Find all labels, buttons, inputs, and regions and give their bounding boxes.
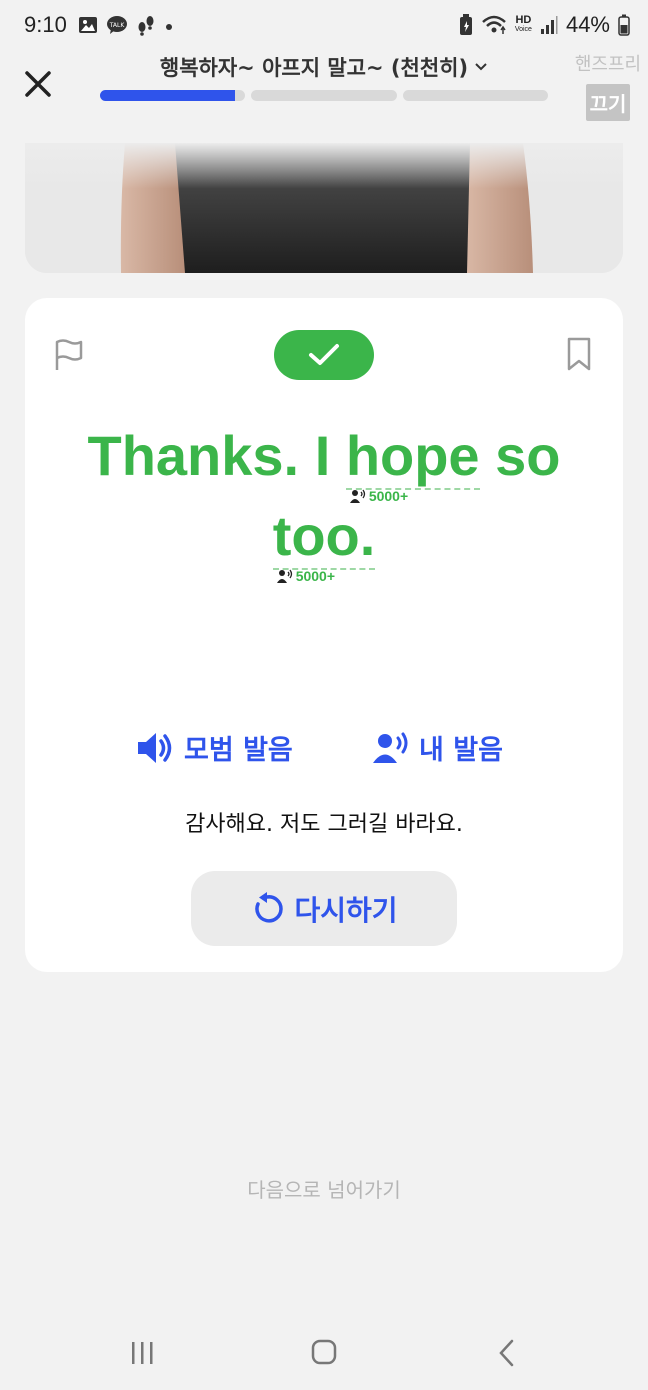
home-icon <box>311 1339 337 1365</box>
handsfree-toggle-button[interactable]: 끄기 <box>585 84 631 121</box>
lesson-title: 행복하자~ 아프지 말고~ (천천히) <box>159 56 469 80</box>
hd-voice-icon: HD Voice <box>514 14 532 34</box>
sentence-word[interactable]: I <box>315 416 331 496</box>
pronunciation-controls: 모범 발음 내 발음 <box>25 728 623 768</box>
lesson-progress <box>100 90 548 101</box>
sentence-translation: 감사해요. 저도 그러길 바라요. <box>185 812 463 837</box>
speaking-person-icon <box>373 732 408 763</box>
checkmark-icon <box>309 344 339 365</box>
dot-icon <box>166 24 172 30</box>
progress-segment <box>251 90 397 101</box>
bookmark-button[interactable] <box>563 336 595 372</box>
battery-saver-icon <box>459 14 472 35</box>
lesson-header: 행복하자~ 아프지 말고~ (천천히) 핸즈프리 끄기 <box>0 50 648 121</box>
handsfree-label: 핸즈프리 <box>574 54 642 75</box>
steps-icon <box>138 16 154 36</box>
battery-icon <box>618 14 630 36</box>
kakaotalk-icon: TALK <box>107 16 127 34</box>
my-pronunciation-button[interactable]: 내 발음 <box>373 728 503 767</box>
system-icons: HD Voice 44% <box>459 12 630 38</box>
gallery-icon <box>79 17 97 33</box>
sentence-line-1: Thanks. I hope 5000+ so <box>25 416 623 504</box>
status-time: 9:10 <box>24 12 67 37</box>
battery-percent: 44% <box>565 12 610 37</box>
retry-label: 다시하기 <box>294 893 398 927</box>
home-button[interactable] <box>310 1338 338 1370</box>
practice-sentence: Thanks. I hope 5000+ so too. 5000+ <box>25 416 623 584</box>
recent-apps-icon <box>132 1342 153 1364</box>
word-practice-count: 5000+ <box>276 568 335 584</box>
sentence-line-2: too. 5000+ <box>25 496 623 584</box>
my-pronunciation-label: 내 발음 <box>419 735 503 766</box>
model-pronunciation-button[interactable]: 모범 발음 <box>136 728 293 767</box>
speaker-video[interactable] <box>25 143 623 273</box>
back-icon <box>499 1339 514 1367</box>
system-nav-bar <box>0 1320 648 1390</box>
sentence-word-tracked[interactable]: too. 5000+ <box>272 504 376 584</box>
retry-icon <box>255 891 284 923</box>
status-bar: 9:10 TALK HD Voice 44% <box>0 0 648 56</box>
flag-icon <box>55 339 83 370</box>
back-button[interactable] <box>496 1338 518 1372</box>
lesson-title-dropdown[interactable]: 행복하자~ 아프지 말고~ (천천히) <box>100 52 548 82</box>
retry-button[interactable]: 다시하기 <box>191 871 457 946</box>
sentence-word[interactable]: so <box>495 416 560 496</box>
speaker-person-icon <box>276 569 292 583</box>
recent-apps-button[interactable] <box>128 1340 158 1370</box>
speaker-torso-image <box>25 143 623 273</box>
svg-text:TALK: TALK <box>109 22 126 29</box>
handsfree-control: 핸즈프리 끄기 <box>568 50 648 121</box>
bookmark-icon <box>567 337 591 371</box>
model-pronunciation-label: 모범 발음 <box>184 735 293 766</box>
speaking-practice-card: Thanks. I hope5000+ so too.5000+ 모범 발음 <box>25 298 623 972</box>
next-link[interactable]: 다음으로 넘어가기 <box>0 1174 648 1203</box>
progress-segment <box>402 90 548 101</box>
speaker-icon <box>138 732 172 763</box>
signal-icon <box>540 16 558 34</box>
word-practice-count: 5000+ <box>349 488 408 504</box>
chevron-down-icon <box>475 63 487 71</box>
progress-segment <box>100 90 246 101</box>
close-button[interactable] <box>20 66 56 102</box>
sentence-word[interactable]: Thanks. <box>88 416 300 496</box>
notification-icons: TALK <box>78 14 174 36</box>
correct-result-badge <box>274 330 374 380</box>
report-button[interactable] <box>53 338 85 372</box>
wifi-icon <box>481 15 506 34</box>
sentence-word-tracked[interactable]: hope 5000+ <box>345 424 480 504</box>
close-icon <box>25 71 51 97</box>
speaker-person-icon <box>349 489 365 503</box>
